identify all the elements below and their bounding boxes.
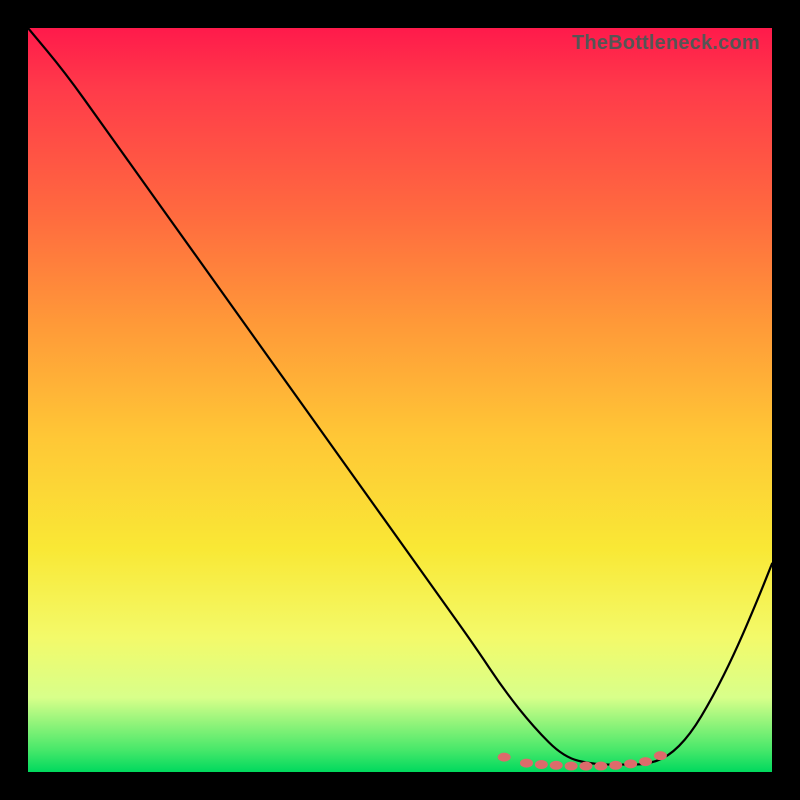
curve-layer	[28, 28, 772, 772]
optimal-dot	[498, 753, 511, 762]
chart-frame: TheBottleneck.com	[0, 0, 800, 800]
optimal-zone-dots	[498, 751, 667, 770]
optimal-dot	[550, 761, 563, 770]
optimal-dot	[654, 751, 667, 760]
optimal-dot	[594, 762, 607, 771]
optimal-dot	[609, 761, 622, 770]
bottleneck-curve	[28, 28, 772, 765]
optimal-dot	[565, 762, 578, 771]
optimal-dot	[580, 762, 593, 771]
optimal-dot	[535, 760, 548, 769]
optimal-dot	[639, 757, 652, 766]
attribution-text: TheBottleneck.com	[572, 32, 760, 55]
plot-area: TheBottleneck.com	[28, 28, 772, 772]
optimal-dot	[624, 759, 637, 768]
optimal-dot	[520, 759, 533, 768]
